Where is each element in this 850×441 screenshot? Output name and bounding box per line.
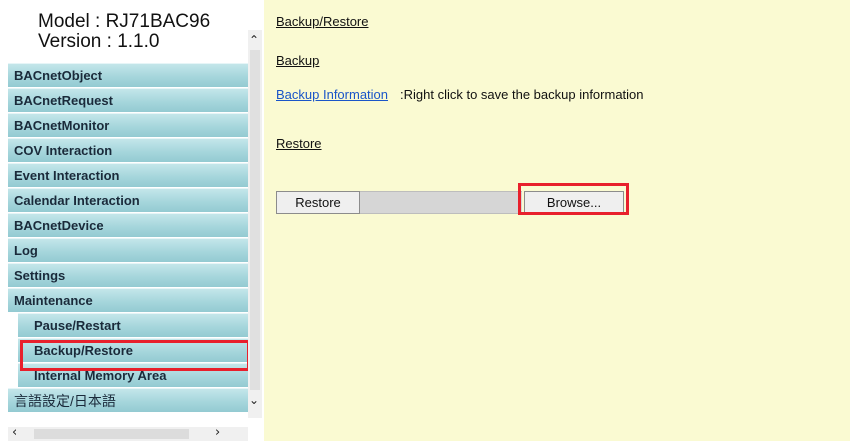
sidebar-item-maintenance[interactable]: Maintenance: [8, 288, 248, 313]
sidebar-item-cov-interaction[interactable]: COV Interaction: [8, 138, 248, 163]
sidebar-item-calendar-interaction[interactable]: Calendar Interaction: [8, 188, 248, 213]
backup-information-link[interactable]: Backup Information: [276, 87, 388, 102]
backup-information-hint: :Right click to save the backup informat…: [400, 87, 644, 102]
sidebar-item-settings[interactable]: Settings: [8, 263, 248, 288]
sidebar-subitem-pause-restart[interactable]: Pause/Restart: [18, 313, 248, 338]
chevron-left-icon[interactable]: ‹: [12, 426, 17, 439]
restore-heading: Restore: [276, 136, 322, 151]
model-label: Model : RJ71BAC96: [38, 11, 211, 32]
sidebar: Model : RJ71BAC96 Version : 1.1.0 BACnet…: [8, 8, 262, 441]
vertical-scrollbar[interactable]: ⌃ ⌄: [248, 30, 262, 418]
restore-button[interactable]: Restore: [276, 191, 360, 214]
content-panel: Backup/Restore Backup Backup Information…: [264, 0, 850, 441]
sidebar-item-bacnetrequest[interactable]: BACnetRequest: [8, 88, 248, 113]
sidebar-item-event-interaction[interactable]: Event Interaction: [8, 163, 248, 188]
version-label: Version : 1.1.0: [38, 31, 160, 52]
sidebar-item-bacnetobject[interactable]: BACnetObject: [8, 63, 248, 88]
chevron-down-icon[interactable]: ⌄: [249, 394, 259, 406]
sidebar-item-log[interactable]: Log: [8, 238, 248, 263]
sidebar-item-bacnetdevice[interactable]: BACnetDevice: [8, 213, 248, 238]
backup-heading: Backup: [276, 53, 320, 68]
chevron-up-icon[interactable]: ⌃: [249, 34, 259, 46]
vertical-scroll-thumb[interactable]: [250, 50, 260, 390]
sidebar-item-language-setting[interactable]: 言語設定/日本語: [8, 388, 248, 413]
highlight-box-backup-restore: [20, 340, 250, 371]
horizontal-scrollbar[interactable]: ‹ ›: [8, 426, 248, 441]
restore-file-path-field[interactable]: [360, 191, 522, 214]
sidebar-item-bacnetmonitor[interactable]: BACnetMonitor: [8, 113, 248, 138]
horizontal-scroll-thumb[interactable]: [34, 429, 189, 439]
highlight-box-browse: [518, 183, 629, 215]
chevron-right-icon[interactable]: ›: [215, 426, 220, 439]
breadcrumb[interactable]: Backup/Restore: [276, 14, 369, 29]
